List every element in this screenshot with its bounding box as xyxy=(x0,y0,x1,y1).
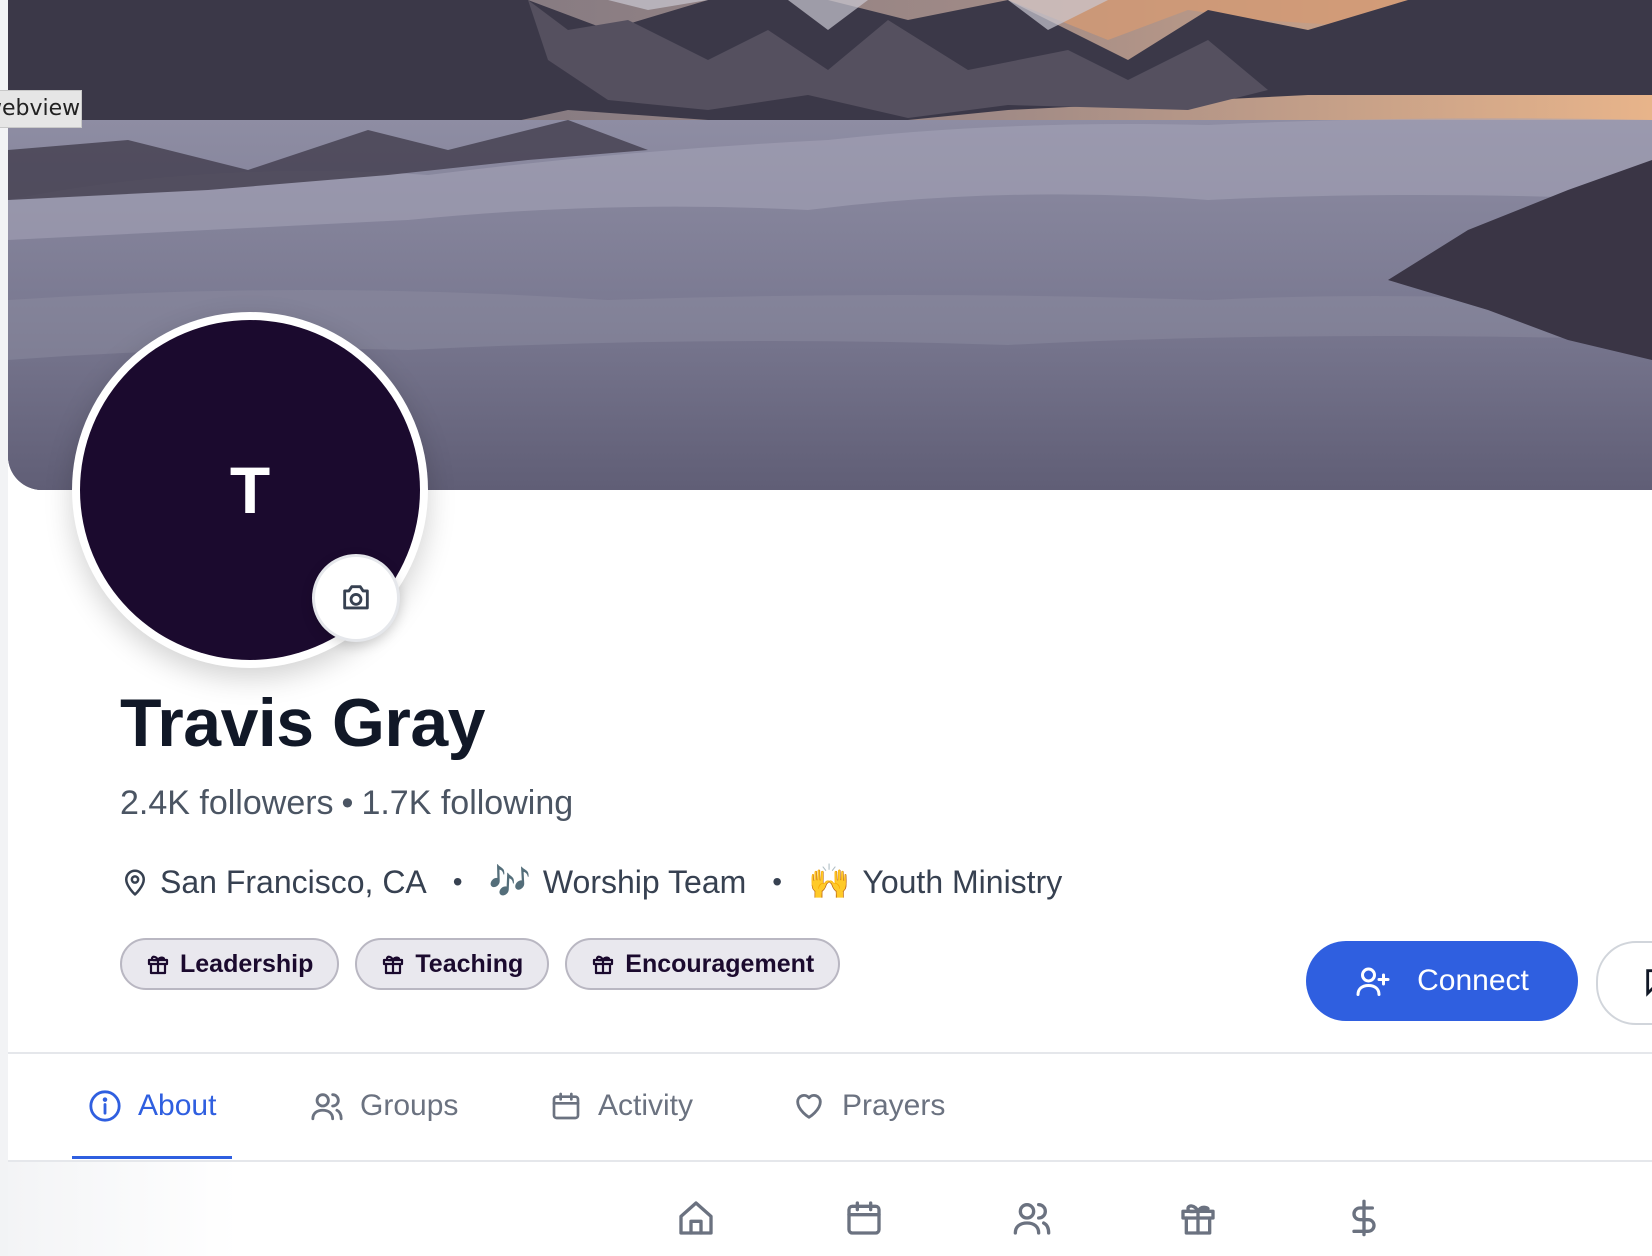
gift-tag-label: Teaching xyxy=(415,949,524,978)
calendar-icon xyxy=(552,1092,580,1120)
gift-tag-teaching[interactable]: Teaching xyxy=(355,938,550,990)
tab-label: Groups xyxy=(360,1089,459,1122)
bottom-nav xyxy=(8,1162,1652,1256)
gift-tag-leadership[interactable]: Leadership xyxy=(120,938,340,990)
message-button[interactable] xyxy=(1596,941,1652,1025)
raised-hands-icon: 🙌 xyxy=(808,863,851,901)
meta-separator: • xyxy=(452,866,463,897)
meta-separator: • xyxy=(772,866,783,897)
change-photo-button[interactable] xyxy=(312,554,400,642)
ministry-youth-ministry[interactable]: Youth Ministry xyxy=(862,864,1062,901)
following-count[interactable]: 1.7K following xyxy=(361,784,573,822)
users-icon xyxy=(311,1093,343,1121)
gift-tag-label: Encouragement xyxy=(625,949,815,978)
tab-label: Prayers xyxy=(842,1089,946,1122)
gift-tag-label: Leadership xyxy=(180,949,314,978)
music-notes-icon: 🎶 xyxy=(488,863,531,901)
profile-name: Travis Gray xyxy=(120,685,485,761)
message-icon xyxy=(1646,969,1652,997)
profile-meta: San Francisco, CA • 🎶 Worship Team • 🙌 Y… xyxy=(120,862,1062,902)
home-icon[interactable] xyxy=(676,1198,716,1238)
gift-icon xyxy=(147,955,169,975)
profile-panel: T Travis Gray 2.4K followers • 1.7K follow… xyxy=(8,0,1652,1256)
location-text: San Francisco, CA xyxy=(160,863,427,900)
gift-tag-encouragement[interactable]: Encouragement xyxy=(565,938,841,990)
connect-label: Connect xyxy=(1417,964,1529,997)
follow-stats: 2.4K followers • 1.7K following xyxy=(120,784,573,823)
info-icon xyxy=(89,1090,121,1122)
gift-icon xyxy=(383,955,404,975)
ministry-worship-team[interactable]: Worship Team xyxy=(543,864,746,901)
gift-icon[interactable] xyxy=(1178,1198,1218,1238)
tab-activity[interactable]: Activity xyxy=(550,1052,693,1160)
camera-icon xyxy=(343,585,369,610)
tab-label: About xyxy=(138,1089,217,1122)
tab-groups[interactable]: Groups xyxy=(310,1052,458,1160)
tab-about[interactable]: About xyxy=(88,1052,216,1160)
active-tab-indicator xyxy=(72,1156,232,1159)
user-plus-icon xyxy=(1356,967,1390,996)
connect-button[interactable]: Connect xyxy=(1306,941,1578,1021)
calendar-icon[interactable] xyxy=(844,1198,884,1238)
gift-tags: Leadership Teaching Encouragement xyxy=(120,938,841,990)
gift-icon xyxy=(593,955,614,975)
heart-icon xyxy=(796,1094,822,1119)
followers-count[interactable]: 2.4K followers xyxy=(120,784,334,822)
tab-prayers[interactable]: Prayers xyxy=(792,1052,945,1160)
avatar-initial: T xyxy=(229,453,271,527)
webview-label: webview xyxy=(0,90,82,128)
follow-separator: • xyxy=(341,784,354,822)
users-icon[interactable] xyxy=(1012,1198,1052,1238)
profile-tabs: About Groups Activity Prayers xyxy=(8,1052,1652,1160)
tab-label: Activity xyxy=(598,1089,694,1122)
dollar-icon[interactable] xyxy=(1344,1198,1384,1238)
map-pin-icon xyxy=(120,866,150,898)
